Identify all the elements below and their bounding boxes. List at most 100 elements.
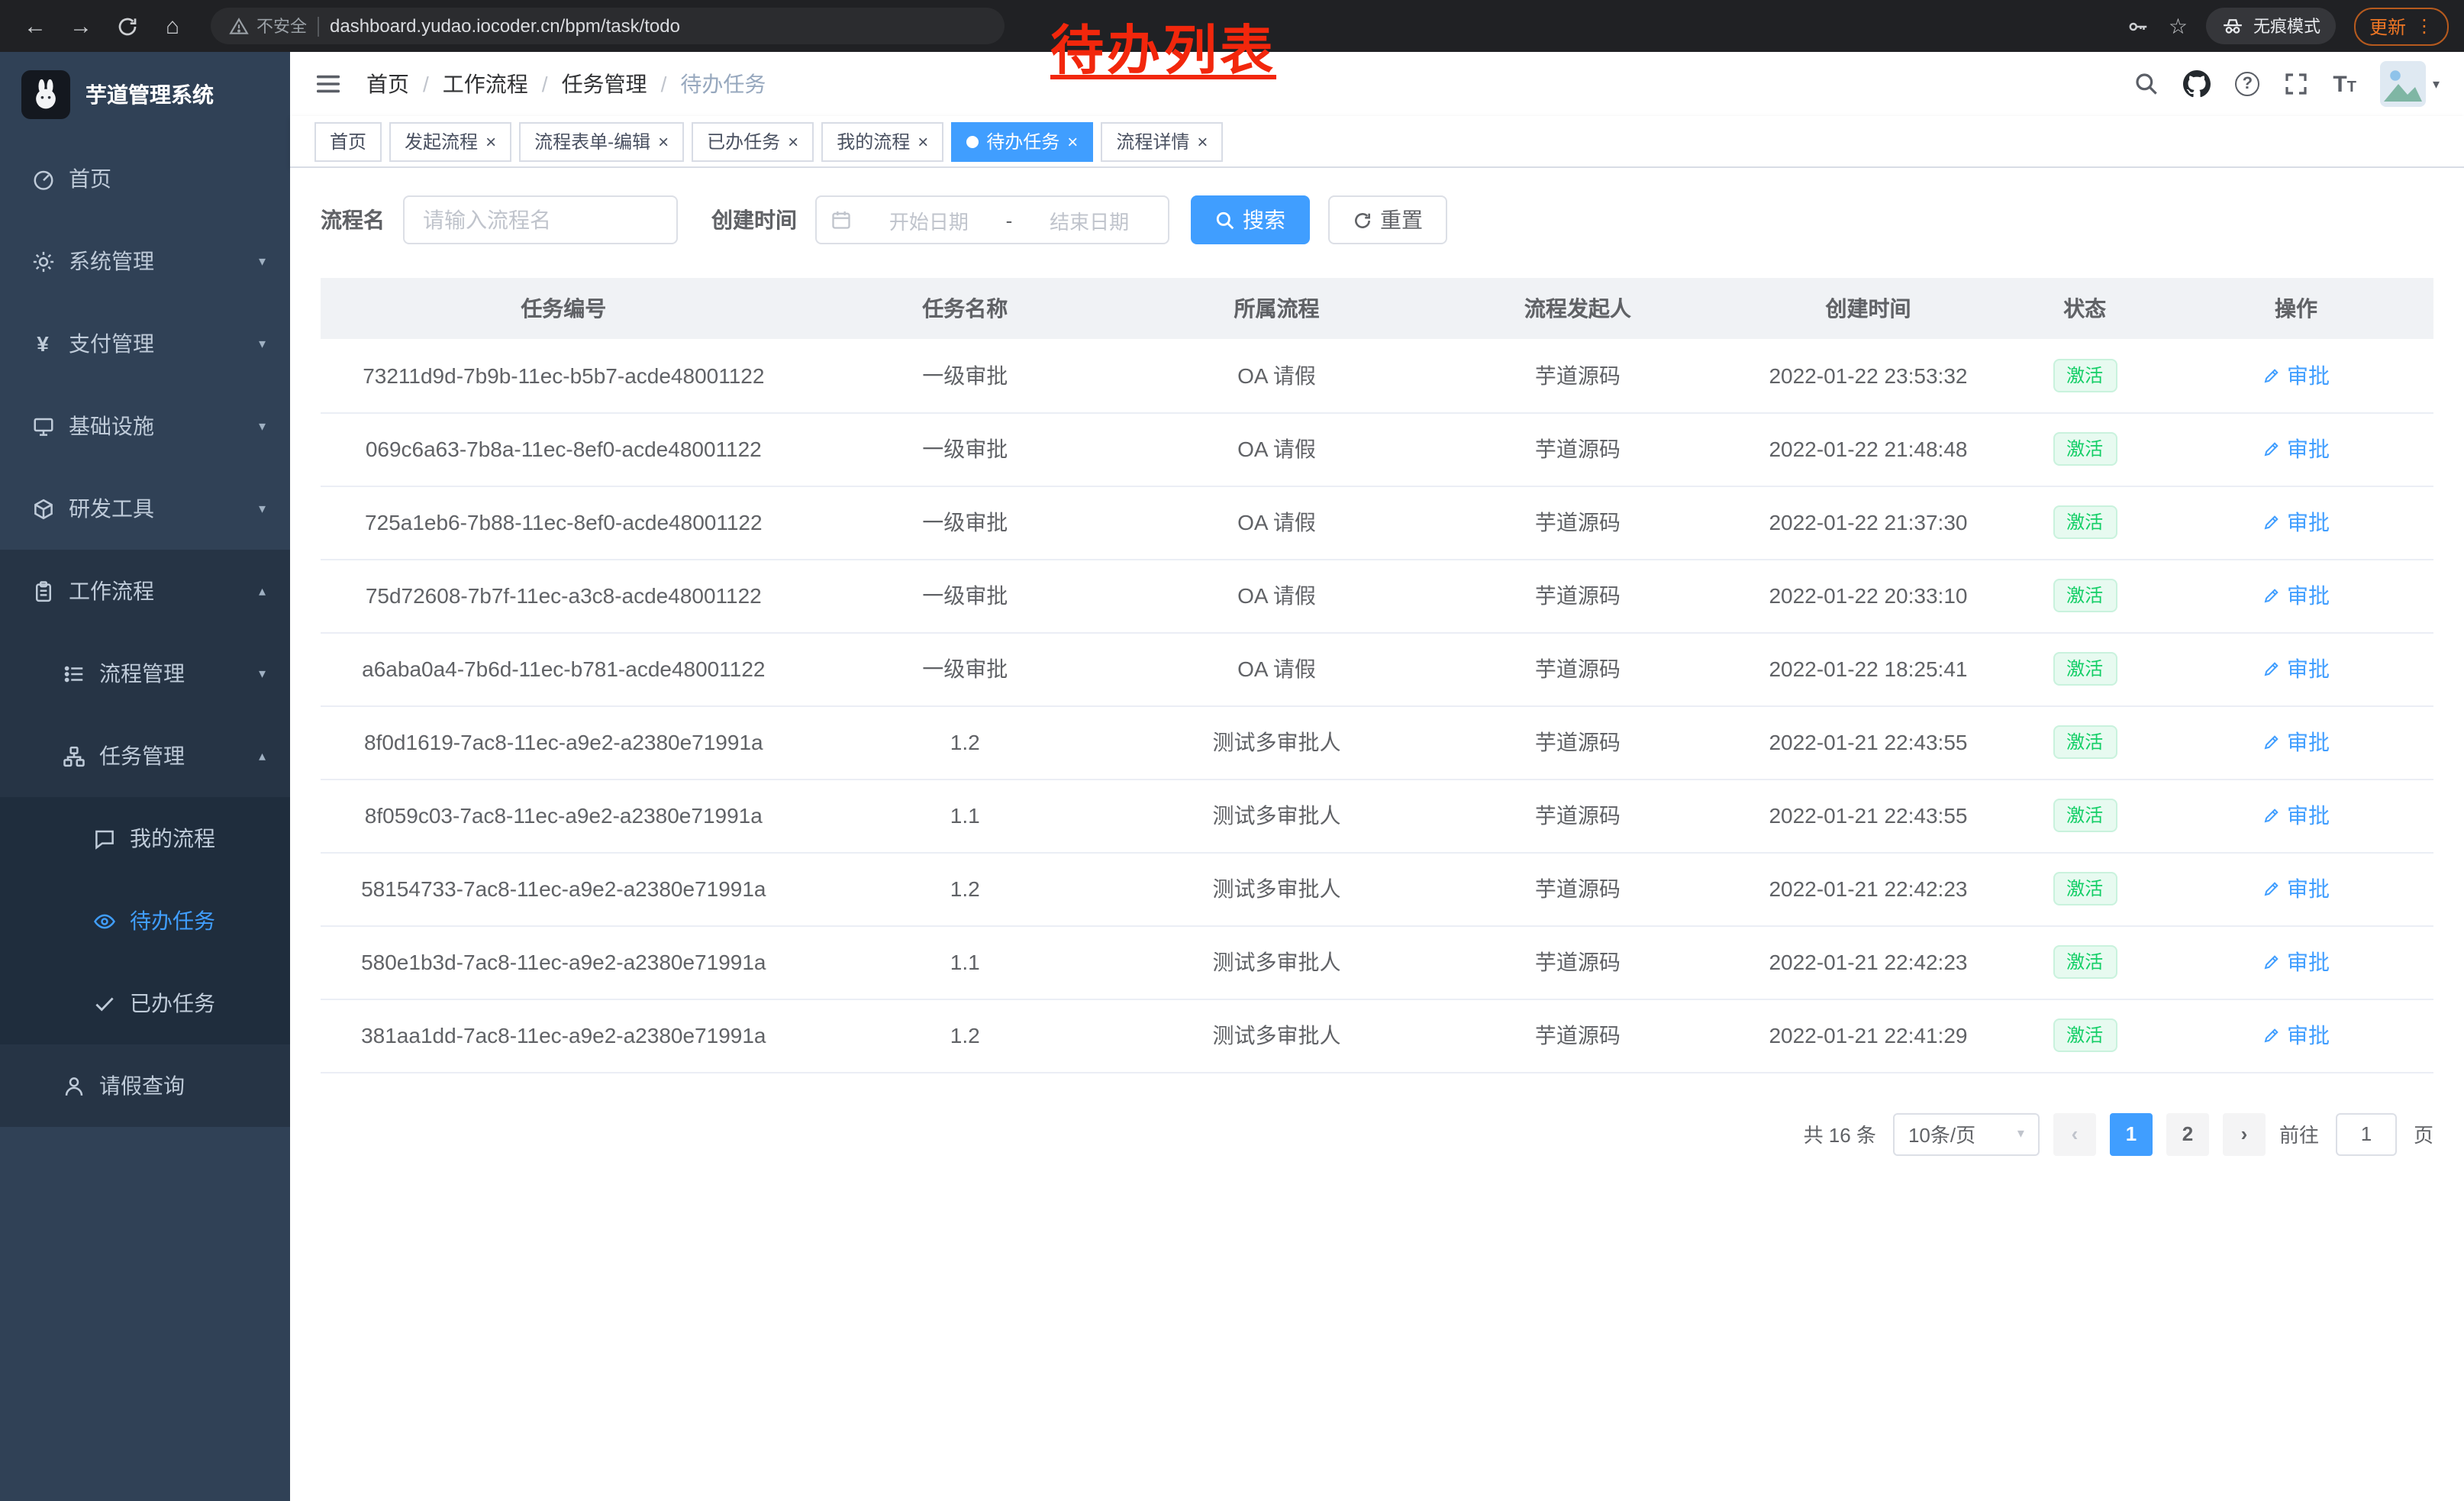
tab-done-tasks[interactable]: 已办任务 × (692, 121, 814, 161)
edit-icon (2262, 440, 2281, 458)
monitor-icon (31, 415, 55, 437)
fullscreen-button[interactable] (2284, 72, 2308, 96)
sidebar-toggle-button[interactable] (314, 70, 342, 98)
incognito-icon (2221, 15, 2244, 37)
table-row: 58154733-7ac8-11ec-a9e2-a2380e71991a 1.2… (321, 852, 2433, 925)
sidebar-item-my-process[interactable]: 我的流程 (0, 797, 290, 880)
tab-home[interactable]: 首页 (314, 121, 382, 161)
close-icon[interactable]: × (1067, 132, 1078, 150)
sidebar-item-todo-tasks[interactable]: 待办任务 (0, 880, 290, 962)
date-separator: - (1006, 208, 1013, 231)
sidebar-item-leave-query[interactable]: 请假查询 (0, 1044, 290, 1127)
bookmark-star-button[interactable]: ☆ (2169, 13, 2188, 39)
process-cell: OA 请假 (1124, 339, 1430, 412)
table-row: 381aa1dd-7ac8-11ec-a9e2-a2380e71991a 1.2… (321, 999, 2433, 1072)
sidebar-item-label: 系统管理 (69, 246, 154, 276)
sidebar-item-task-manage[interactable]: 任务管理 ▴ (0, 715, 290, 797)
approve-link[interactable]: 审批 (2262, 654, 2330, 684)
pagination-total: 共 16 条 (1804, 1119, 1876, 1148)
dashboard-icon (31, 167, 55, 190)
approve-link[interactable]: 审批 (2262, 507, 2330, 537)
help-doc-button[interactable]: ? (2235, 72, 2259, 96)
tab-start-process[interactable]: 发起流程 × (389, 121, 511, 161)
breadcrumb-task-manage[interactable]: 任务管理 (562, 69, 647, 99)
breadcrumb-workflow[interactable]: 工作流程 (443, 69, 528, 99)
approve-link-label: 审批 (2287, 434, 2330, 464)
reset-button[interactable]: 重置 (1328, 195, 1447, 244)
eye-icon (92, 909, 116, 932)
created-cell: 2022-01-22 20:33:10 (1726, 559, 2011, 632)
sidebar-item-devtools[interactable]: 研发工具 ▾ (0, 467, 290, 550)
approve-link[interactable]: 审批 (2262, 947, 2330, 977)
tab-form-edit[interactable]: 流程表单-编辑 × (519, 121, 684, 161)
sidebar-item-system[interactable]: 系统管理 ▾ (0, 220, 290, 302)
security-status[interactable]: 不安全 (229, 14, 307, 38)
browser-back-button[interactable]: ← (15, 6, 55, 46)
process-name-input[interactable] (403, 195, 678, 244)
close-icon[interactable]: × (918, 132, 928, 150)
approve-link[interactable]: 审批 (2262, 873, 2330, 904)
sidebar-item-infra[interactable]: 基础设施 ▾ (0, 385, 290, 467)
col-task-id: 任务编号 (321, 278, 807, 339)
sidebar-item-home[interactable]: 首页 (0, 137, 290, 220)
approve-link[interactable]: 审批 (2262, 1020, 2330, 1051)
app-logo-row[interactable]: 芋道管理系统 (0, 52, 290, 137)
approve-link-label: 审批 (2287, 1020, 2330, 1051)
approve-link[interactable]: 审批 (2262, 360, 2330, 391)
initiator-cell: 芋道源码 (1430, 999, 1726, 1072)
sidebar-item-workflow[interactable]: 工作流程 ▴ (0, 550, 290, 632)
address-bar[interactable]: 不安全 dashboard.yudao.iocoder.cn/bpm/task/… (211, 8, 1005, 44)
process-cell: 测试多审批人 (1124, 779, 1430, 852)
tab-todo-tasks[interactable]: 待办任务 × (951, 121, 1093, 161)
tab-my-process[interactable]: 我的流程 × (821, 121, 943, 161)
chevron-down-icon: ▾ (2433, 76, 2440, 92)
page-button-2[interactable]: 2 (2166, 1112, 2209, 1155)
sidebar-item-payment[interactable]: ¥ 支付管理 ▾ (0, 302, 290, 385)
password-key-button[interactable] (2127, 15, 2150, 37)
date-range-picker[interactable]: 开始日期 - 结束日期 (815, 195, 1169, 244)
approve-link-label: 审批 (2287, 727, 2330, 757)
close-icon[interactable]: × (485, 132, 496, 150)
browser-actions: ☆ 无痕模式 更新 ⋮ (2127, 7, 2449, 45)
prev-page-button[interactable]: ‹ (2053, 1112, 2096, 1155)
tab-process-detail[interactable]: 流程详情 × (1101, 121, 1223, 161)
navbar-actions: ? TT ▾ (2134, 61, 2440, 107)
search-button[interactable]: 搜索 (1191, 195, 1310, 244)
goto-page-input[interactable] (2336, 1112, 2397, 1155)
goto-label: 前往 (2279, 1119, 2319, 1148)
app-title: 芋道管理系统 (85, 79, 214, 110)
close-icon[interactable]: × (788, 132, 798, 150)
close-icon[interactable]: × (1197, 132, 1208, 150)
approve-link[interactable]: 审批 (2262, 580, 2330, 611)
user-avatar-menu[interactable]: ▾ (2381, 61, 2440, 107)
main-area: 首页 / 工作流程 / 任务管理 / 待办任务 ? (290, 52, 2464, 1501)
browser-forward-button[interactable]: → (61, 6, 101, 46)
sidebar-item-label: 首页 (69, 163, 111, 194)
page-size-select[interactable]: 10条/页 ▾ (1893, 1112, 2040, 1155)
process-cell: 测试多审批人 (1124, 999, 1430, 1072)
hamburger-icon (314, 70, 342, 98)
task-name-cell: 一级审批 (807, 339, 1124, 412)
kebab-menu-icon[interactable]: ⋮ (2415, 15, 2433, 37)
font-size-button[interactable]: TT (2333, 71, 2356, 97)
approve-link[interactable]: 审批 (2262, 800, 2330, 831)
sidebar-item-done-tasks[interactable]: 已办任务 (0, 962, 290, 1044)
tab-label: 发起流程 (405, 128, 478, 154)
process-cell: 测试多审批人 (1124, 705, 1430, 779)
sidebar-item-process-manage[interactable]: 流程管理 ▾ (0, 632, 290, 715)
browser-reload-button[interactable] (107, 6, 147, 46)
browser-home-button[interactable]: ⌂ (153, 6, 192, 46)
browser-update-button[interactable]: 更新 ⋮ (2354, 7, 2449, 45)
page-button-1[interactable]: 1 (2110, 1112, 2153, 1155)
breadcrumb-home[interactable]: 首页 (366, 69, 409, 99)
task-id-cell: 381aa1dd-7ac8-11ec-a9e2-a2380e71991a (321, 999, 807, 1072)
header-search-button[interactable] (2134, 72, 2159, 96)
close-icon[interactable]: × (658, 132, 669, 150)
approve-link[interactable]: 审批 (2262, 727, 2330, 757)
github-link-button[interactable] (2183, 70, 2211, 98)
next-page-button[interactable]: › (2223, 1112, 2266, 1155)
table-row: 580e1b3d-7ac8-11ec-a9e2-a2380e71991a 1.1… (321, 925, 2433, 999)
approve-link[interactable]: 审批 (2262, 434, 2330, 464)
task-id-cell: 73211d9d-7b9b-11ec-b5b7-acde48001122 (321, 339, 807, 412)
col-initiator: 流程发起人 (1430, 278, 1726, 339)
